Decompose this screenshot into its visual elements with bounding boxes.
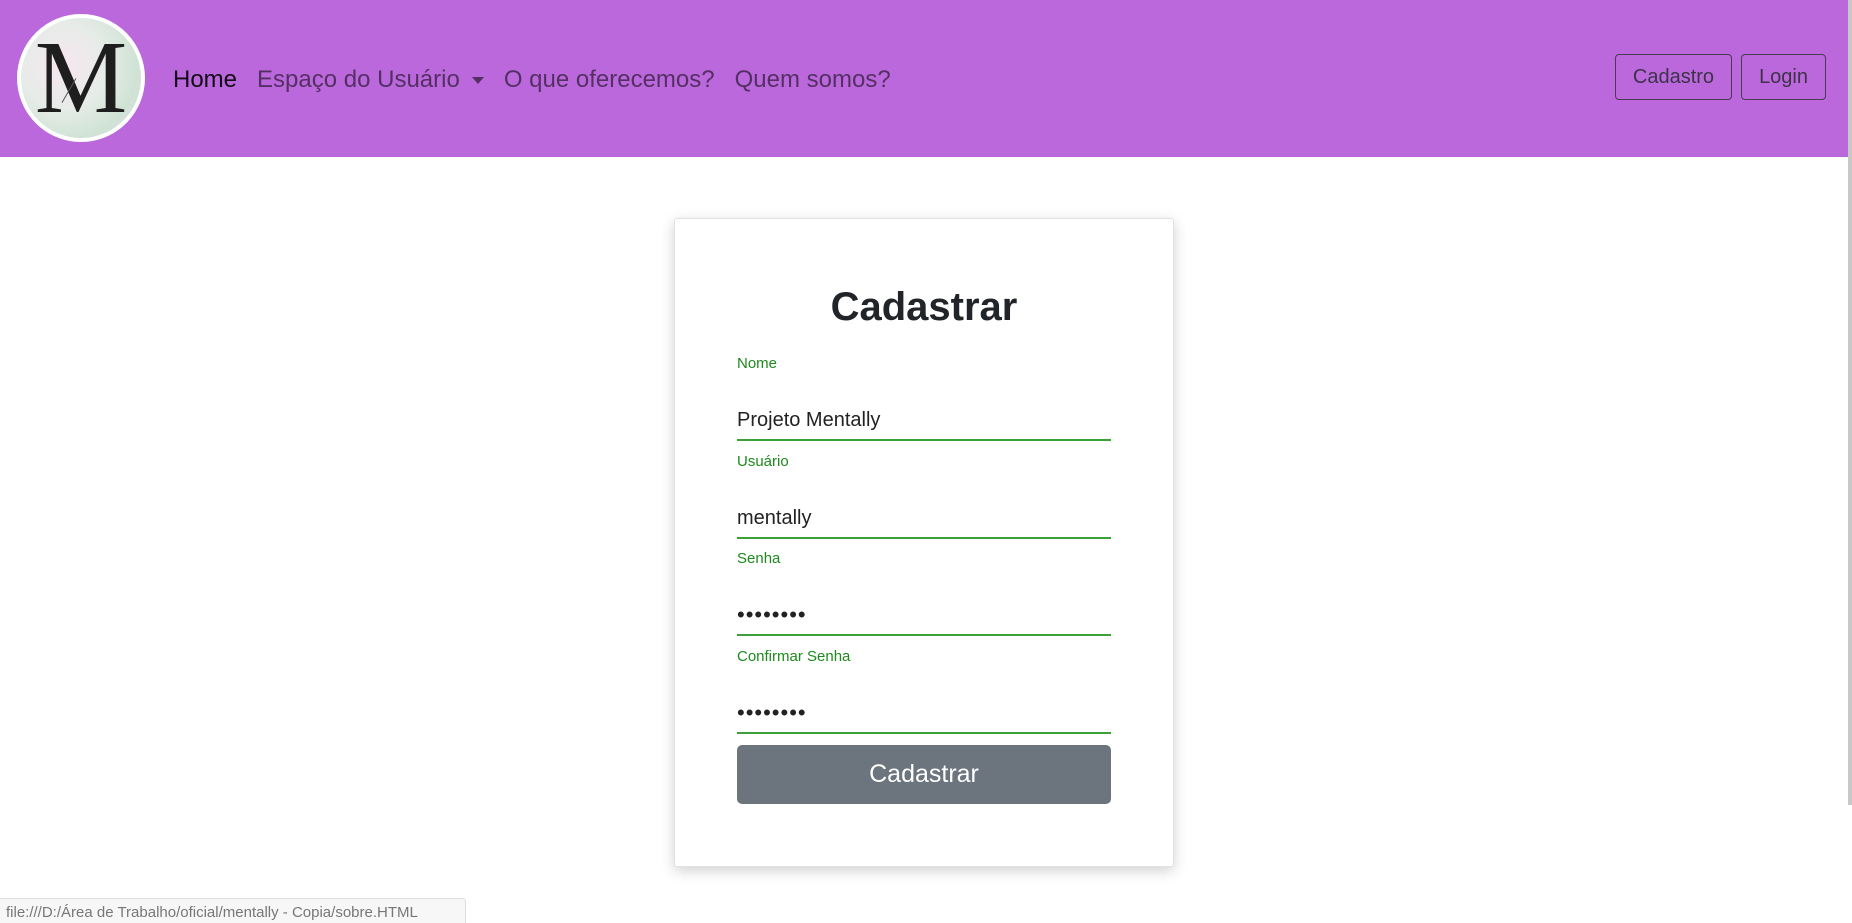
senha-label: Senha	[737, 550, 781, 567]
register-card: Cadastrar Nome Usuário Senha Confirmar S…	[674, 218, 1174, 867]
nome-input[interactable]	[737, 401, 1111, 441]
nome-field-group: Nome	[737, 355, 1111, 441]
nav-link-quem-somos[interactable]: Quem somos?	[735, 66, 891, 94]
nav-dropdown-label: Espaço do Usuário	[257, 66, 460, 93]
navbar: M Home Espaço do Usuário O que oferecemo…	[0, 0, 1848, 157]
form-title: Cadastrar	[830, 285, 1018, 329]
nav-links: Home Espaço do Usuário O que oferecemos?…	[173, 62, 911, 98]
senha-field-group: Senha	[737, 550, 1111, 636]
nome-label: Nome	[737, 355, 778, 372]
status-bar-url: file:///D:/Área de Trabalho/oficial/ment…	[0, 898, 466, 923]
logo[interactable]: M	[17, 14, 145, 142]
nav-link-home[interactable]: Home	[173, 66, 237, 94]
logo-letter: M	[34, 20, 128, 135]
usuario-label: Usuário	[737, 453, 789, 470]
nav-dropdown-espaco-do-usuario[interactable]: Espaço do Usuário	[257, 66, 484, 94]
senha-input[interactable]	[737, 596, 1111, 636]
nav-buttons: Cadastro Login	[1606, 54, 1826, 100]
confirmar-senha-label: Confirmar Senha	[737, 648, 851, 665]
usuario-input[interactable]	[737, 499, 1111, 539]
caret-down-icon	[471, 77, 484, 85]
nav-link-o-que-oferecemos[interactable]: O que oferecemos?	[504, 66, 715, 94]
cadastro-button[interactable]: Cadastro	[1614, 54, 1733, 100]
confirmar-senha-field-group: Confirmar Senha	[737, 648, 1111, 734]
login-button[interactable]: Login	[1741, 54, 1826, 100]
confirmar-senha-input[interactable]	[737, 694, 1111, 734]
cadastrar-submit-button[interactable]: Cadastrar	[737, 745, 1111, 804]
usuario-field-group: Usuário	[737, 453, 1111, 539]
scrollbar[interactable]	[1848, 0, 1852, 805]
